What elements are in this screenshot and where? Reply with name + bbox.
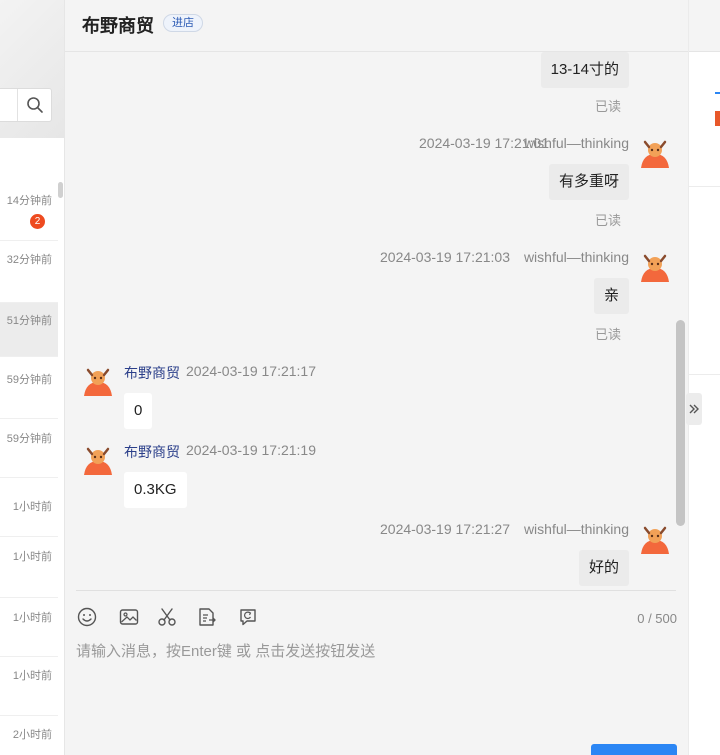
user-avatar-icon: [641, 140, 669, 168]
conversation-item-active[interactable]: 51分钟前: [0, 303, 58, 357]
conversation-time: 1小时前: [12, 501, 52, 513]
message-bubble-outgoing: 亲: [593, 278, 629, 314]
conversation-item[interactable]: 1小时前: [0, 537, 58, 598]
conversation-time: 1小时前: [12, 670, 52, 682]
active-tab-indicator: [715, 92, 720, 94]
message-timestamp: 2024-03-19 17:21:27: [380, 521, 510, 537]
conversation-item[interactable]: 2小时前: [0, 716, 58, 755]
conversation-item[interactable]: 59分钟前: [0, 419, 58, 478]
conversation-item[interactable]: 14分钟前 2: [0, 180, 58, 241]
unread-badge: 2: [30, 214, 45, 229]
send-button[interactable]: [591, 744, 677, 755]
double-chevron-right-icon: [689, 404, 699, 414]
emoji-button[interactable]: [76, 606, 98, 628]
screenshot-button[interactable]: [156, 606, 178, 628]
chat-header: 布野商贸 进店: [65, 0, 688, 52]
message-sender: wishful—thinking: [523, 521, 629, 537]
conversation-item[interactable]: 1小时前: [0, 657, 58, 716]
image-button[interactable]: [118, 606, 140, 628]
info-panel: [688, 0, 720, 755]
read-status: 已读: [594, 99, 621, 114]
message-bubble-incoming: 0.3KG: [124, 472, 187, 508]
message-bubble-outgoing: 好的: [578, 550, 629, 586]
conversation-time: 32分钟前: [6, 254, 52, 266]
message-bubble-incoming: 0: [124, 393, 153, 429]
info-panel-divider: [689, 186, 720, 187]
conversation-item[interactable]: 59分钟前: [0, 357, 58, 419]
info-panel-tag: [715, 111, 720, 126]
message-bubble-outgoing: 有多重呀: [548, 164, 629, 200]
shop-avatar-icon: [84, 368, 112, 396]
message-sender: wishful—thinking: [523, 249, 629, 265]
read-status: 已读: [594, 327, 621, 342]
user-avatar-icon: [641, 526, 669, 554]
message-input[interactable]: [76, 640, 676, 740]
search-button[interactable]: [17, 89, 51, 121]
conversation-time: 1小时前: [12, 612, 52, 624]
enter-shop-button[interactable]: 进店: [163, 14, 203, 32]
message-sender: 布野商贸: [124, 444, 180, 460]
order-button[interactable]: [196, 606, 218, 628]
message-timestamp: 2024-03-19 17:21:19: [186, 442, 316, 458]
user-avatar-icon: [641, 254, 669, 282]
conversation-item[interactable]: 1小时前: [0, 598, 58, 657]
conversation-time: 59分钟前: [6, 433, 52, 445]
scissors-icon: [158, 608, 176, 626]
conversation-item[interactable]: 1小时前: [0, 478, 58, 537]
info-panel-divider: [689, 374, 720, 375]
char-count: 0 / 500: [637, 611, 677, 626]
conversation-list-panel: 14分钟前 2 32分钟前 51分钟前 59分钟前 59分钟前 1小时前 1小时…: [0, 0, 65, 755]
search-box[interactable]: [0, 88, 52, 122]
info-panel-header: [689, 0, 720, 52]
history-button[interactable]: [237, 606, 259, 628]
chat-panel: 布野商贸 进店 13-14寸的 已读 2024-03-19 17:21:01 w…: [65, 0, 688, 755]
conversation-time: 2小时前: [12, 729, 52, 741]
conversation-time: 14分钟前: [6, 195, 52, 207]
message-sender: wishful—thinking: [523, 135, 629, 151]
message-timestamp: 2024-03-19 17:21:03: [380, 249, 510, 265]
search-icon: [26, 97, 43, 113]
message-bubble-outgoing: 13-14寸的: [540, 52, 629, 88]
conversation-time: 59分钟前: [6, 374, 52, 386]
message-timestamp: 2024-03-19 17:21:17: [186, 363, 316, 379]
conversation-list-scrollbar[interactable]: [58, 182, 63, 198]
document-send-icon: [199, 608, 216, 626]
shop-name: 布野商贸: [82, 16, 154, 36]
conversation-time: 1小时前: [12, 551, 52, 563]
message-list-scrollbar[interactable]: [676, 320, 685, 526]
collapse-panel-button[interactable]: [686, 393, 702, 425]
conversation-time: 51分钟前: [6, 315, 52, 327]
input-divider: [76, 590, 676, 591]
message-sender: 布野商贸: [124, 365, 180, 381]
message-list: 13-14寸的 已读 2024-03-19 17:21:01 wishful—t…: [65, 52, 688, 590]
conversation-item[interactable]: 32分钟前: [0, 241, 58, 303]
read-status: 已读: [594, 213, 621, 228]
chat-history-icon: [240, 609, 256, 626]
shop-avatar-icon: [84, 447, 112, 475]
image-icon: [119, 609, 139, 625]
emoji-icon: [77, 607, 97, 627]
